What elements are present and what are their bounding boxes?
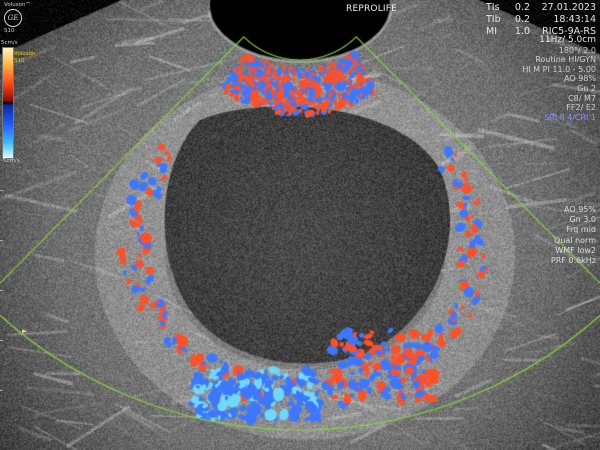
- param-line: AO 95%: [564, 205, 596, 214]
- brand-name: Voluson™: [4, 2, 31, 8]
- color-scale-bar: [2, 47, 14, 159]
- param-line: 180°/ 2.0: [558, 45, 596, 55]
- param-line: 11Hz/ 5.0cm: [539, 35, 596, 45]
- param-line: PRF 0.6kHz: [550, 256, 596, 266]
- bmode-params: 11Hz/ 5.0cm 180°/ 2.0 Routine HI/GYN HI …: [506, 35, 596, 122]
- srl-line: SRI II 4/CRI 1: [544, 112, 596, 122]
- param-line: HI M PI 11.0 - 5.00: [522, 64, 596, 74]
- param-line: Frq mid: [566, 225, 596, 235]
- param-line: Gn 2: [577, 83, 596, 93]
- param-line: Qual norm: [554, 235, 596, 245]
- param-line: WMF low2: [555, 245, 596, 255]
- param-line: AO 98%: [564, 74, 596, 84]
- param-line: Routine HI/GYN: [535, 55, 596, 65]
- depth-tick: [0, 290, 3, 291]
- exam-time: 18:43:14: [553, 14, 596, 25]
- model-name: S10: [4, 28, 15, 34]
- param-line: FF2/ E2: [566, 103, 596, 113]
- cursor-cross-icon: +: [455, 281, 464, 292]
- color-scale-bottom-label: -5cm/s: [1, 158, 20, 164]
- color-scale-top-label: 5cm/s: [1, 40, 18, 46]
- depth-tick: [0, 390, 3, 391]
- param-line: Gn 3.0: [569, 215, 596, 225]
- depth-tick: [0, 190, 3, 191]
- exam-date: 27.01.2023: [541, 2, 596, 13]
- site-name: REPROLIFE: [346, 4, 398, 14]
- depth-tick: [0, 340, 3, 341]
- param-line: C8/ M7: [568, 93, 596, 103]
- depth-tick: [0, 240, 3, 241]
- side-marker-icon: ►: [22, 327, 28, 335]
- ge-logo-icon: GE: [4, 9, 22, 27]
- color-params: AO 95% Gn 3.0 Frq mid Qual norm WMF low2…: [506, 205, 596, 266]
- color-scale-tag: S10: [14, 58, 25, 64]
- datetime-block: 27.01.2023 18:43:14 RIC5-9A-RS: [486, 2, 596, 38]
- brand-logo: Voluson™ GE S10: [4, 2, 31, 34]
- color-scale-tag: Voluson: [14, 51, 36, 57]
